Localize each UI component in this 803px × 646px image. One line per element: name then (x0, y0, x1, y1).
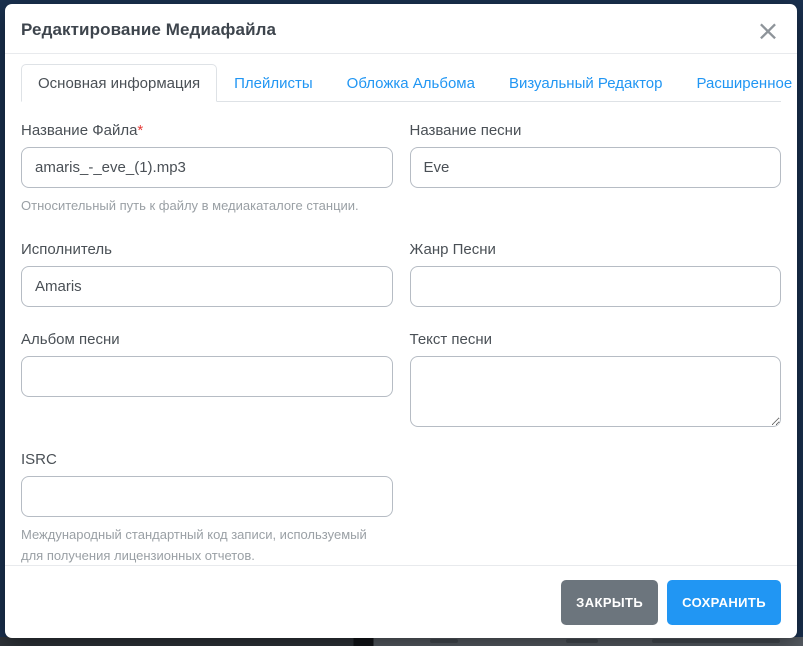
dialog-footer: ЗАКРЫТЬ СОХРАНИТЬ (5, 565, 797, 638)
file-name-label: Название Файла* (21, 122, 393, 139)
song-title-input[interactable] (409, 147, 781, 188)
isrc-label: ISRC (21, 450, 57, 468)
file-name-label-text: Название Файла (21, 122, 138, 139)
edit-media-dialog: Редактирование Медиафайла × Основная инф… (5, 4, 797, 638)
artist-input[interactable] (21, 265, 393, 307)
save-button[interactable]: СОХРАНИТЬ (667, 580, 781, 625)
isrc-field-group: ISRC Международный стандартный код запис… (21, 451, 393, 565)
dialog-header: Редактирование Медиафайла × (5, 4, 797, 54)
tab-album-art[interactable]: Обложка Альбома (330, 64, 492, 102)
file-name-field-group: Название Файла* Относительный путь к фай… (21, 122, 393, 217)
genre-input[interactable] (409, 265, 781, 307)
album-field-group: Альбом песни (21, 331, 393, 397)
tab-advanced[interactable]: Расширенное (679, 64, 797, 102)
close-button[interactable]: ЗАКРЫТЬ (561, 580, 659, 625)
required-asterisk: * (137, 122, 144, 139)
song-title-label: Название песни (409, 122, 522, 139)
artist-label: Исполнитель (21, 240, 112, 258)
isrc-input[interactable] (21, 475, 393, 517)
background-text-smudge (430, 639, 458, 643)
lyrics-field-group: Текст песни (409, 330, 781, 427)
lyrics-textarea[interactable] (409, 355, 781, 427)
dialog-title: Редактирование Медиафайла (21, 20, 277, 39)
file-name-help-text: Относительный путь к файлу в медиакатало… (21, 198, 359, 213)
album-label: Альбом песни (21, 330, 120, 348)
album-input[interactable] (21, 355, 393, 397)
tab-basic-info[interactable]: Основная информация (21, 64, 218, 102)
background-text-smudge (566, 639, 598, 643)
file-name-input[interactable] (21, 147, 393, 188)
genre-field-group: Жанр Песни (409, 240, 781, 307)
tab-playlists[interactable]: Плейлисты (217, 64, 330, 102)
isrc-help-text: Международный стандартный код записи, ис… (21, 526, 367, 563)
lyrics-label: Текст песни (409, 330, 493, 348)
artist-field-group: Исполнитель (21, 241, 393, 307)
song-title-field-group: Название песни (409, 122, 781, 188)
genre-label: Жанр Песни (409, 240, 496, 258)
background-page-edge (0, 637, 803, 646)
tab-visual-editor[interactable]: Визуальный Редактор (492, 64, 680, 102)
background-text-smudge (652, 639, 780, 643)
tab-bar: Основная информация Плейлисты Обложка Ал… (21, 64, 792, 102)
dialog-body: Основная информация Плейлисты Обложка Ал… (5, 54, 797, 565)
basic-info-form: Название Файла* Относительный путь к фай… (21, 122, 781, 565)
close-icon[interactable]: × (751, 14, 785, 48)
